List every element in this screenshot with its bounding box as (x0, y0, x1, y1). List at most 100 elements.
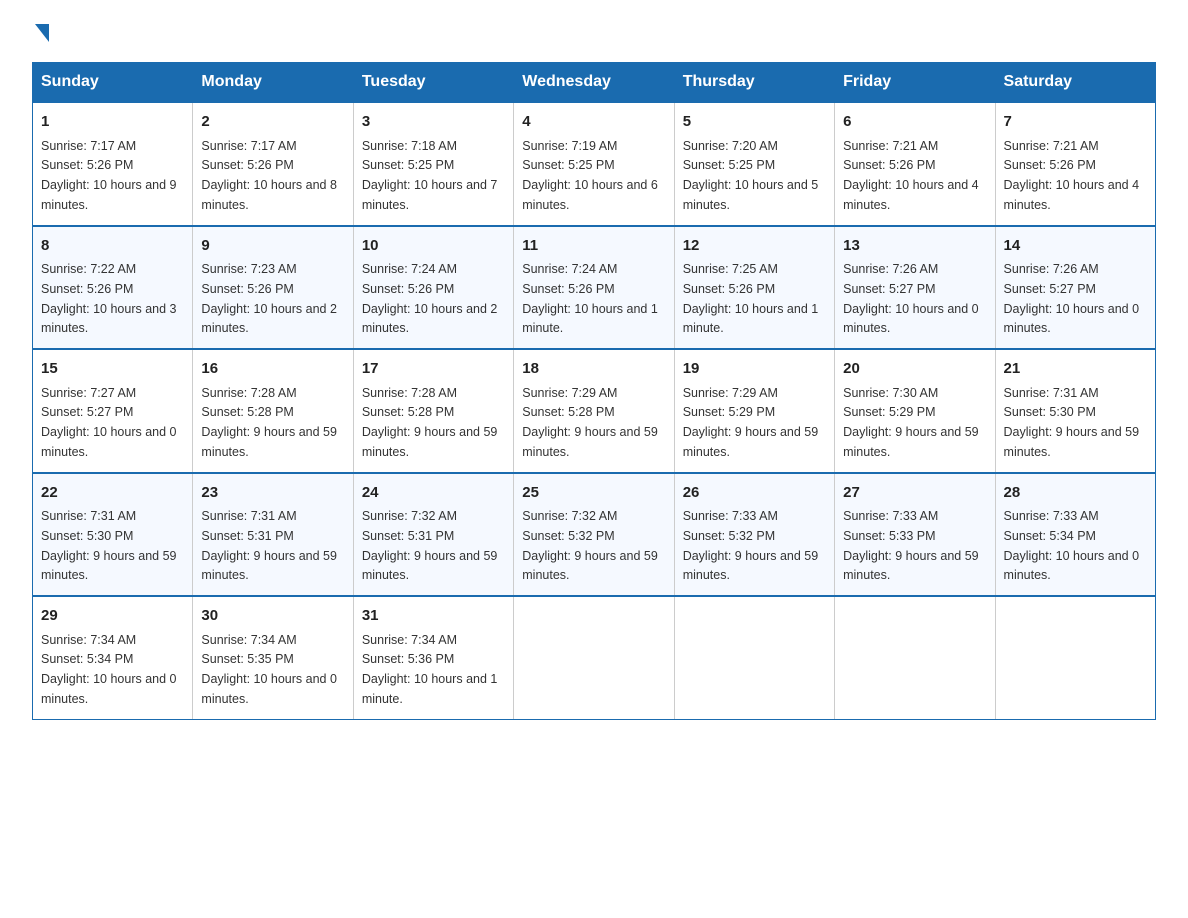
day-info: Sunrise: 7:19 AMSunset: 5:25 PMDaylight:… (522, 139, 658, 212)
page-header (32, 24, 1156, 44)
calendar-cell: 22 Sunrise: 7:31 AMSunset: 5:30 PMDayligh… (33, 473, 193, 597)
day-info: Sunrise: 7:32 AMSunset: 5:31 PMDaylight:… (362, 509, 498, 582)
day-number: 23 (201, 482, 344, 505)
calendar-cell: 19Sunrise: 7:29 AMSunset: 5:29 PMDayligh… (674, 349, 834, 473)
day-number: 12 (683, 235, 826, 258)
calendar-cell: 23 Sunrise: 7:31 AMSunset: 5:31 PMDayligh… (193, 473, 353, 597)
calendar-cell: 20 Sunrise: 7:30 AMSunset: 5:29 PMDayligh… (835, 349, 995, 473)
calendar-cell: 16Sunrise: 7:28 AMSunset: 5:28 PMDayligh… (193, 349, 353, 473)
day-info: Sunrise: 7:34 AMSunset: 5:36 PMDaylight:… (362, 633, 498, 706)
day-info: Sunrise: 7:29 AMSunset: 5:28 PMDaylight:… (522, 386, 658, 459)
calendar-cell (835, 596, 995, 719)
day-number: 9 (201, 235, 344, 258)
calendar-table: SundayMondayTuesdayWednesdayThursdayFrid… (32, 62, 1156, 720)
day-number: 21 (1004, 358, 1147, 381)
calendar-cell: 13Sunrise: 7:26 AMSunset: 5:27 PMDayligh… (835, 226, 995, 350)
day-number: 18 (522, 358, 665, 381)
calendar-cell: 27 Sunrise: 7:33 AMSunset: 5:33 PMDayligh… (835, 473, 995, 597)
col-header-monday: Monday (193, 63, 353, 103)
calendar-cell: 5 Sunrise: 7:20 AMSunset: 5:25 PMDaylight… (674, 102, 834, 226)
day-number: 19 (683, 358, 826, 381)
day-info: Sunrise: 7:17 AMSunset: 5:26 PMDaylight:… (41, 139, 177, 212)
logo (32, 24, 49, 44)
day-number: 1 (41, 111, 184, 134)
day-info: Sunrise: 7:25 AMSunset: 5:26 PMDaylight:… (683, 262, 819, 335)
day-number: 13 (843, 235, 986, 258)
day-number: 28 (1004, 482, 1147, 505)
calendar-cell: 24 Sunrise: 7:32 AMSunset: 5:31 PMDayligh… (353, 473, 513, 597)
day-info: Sunrise: 7:22 AMSunset: 5:26 PMDaylight:… (41, 262, 177, 335)
day-number: 3 (362, 111, 505, 134)
calendar-cell: 9 Sunrise: 7:23 AMSunset: 5:26 PMDaylight… (193, 226, 353, 350)
day-info: Sunrise: 7:31 AMSunset: 5:30 PMDaylight:… (41, 509, 177, 582)
day-number: 22 (41, 482, 184, 505)
day-number: 30 (201, 605, 344, 628)
calendar-cell: 18 Sunrise: 7:29 AMSunset: 5:28 PMDayligh… (514, 349, 674, 473)
logo-arrow-icon (35, 24, 49, 42)
day-info: Sunrise: 7:34 AMSunset: 5:35 PMDaylight:… (201, 633, 337, 706)
calendar-cell: 21 Sunrise: 7:31 AMSunset: 5:30 PMDayligh… (995, 349, 1155, 473)
calendar-cell: 4Sunrise: 7:19 AMSunset: 5:25 PMDaylight… (514, 102, 674, 226)
calendar-week-row: 15Sunrise: 7:27 AMSunset: 5:27 PMDayligh… (33, 349, 1156, 473)
calendar-cell: 31Sunrise: 7:34 AMSunset: 5:36 PMDayligh… (353, 596, 513, 719)
col-header-thursday: Thursday (674, 63, 834, 103)
day-number: 16 (201, 358, 344, 381)
day-info: Sunrise: 7:31 AMSunset: 5:31 PMDaylight:… (201, 509, 337, 582)
calendar-cell: 15Sunrise: 7:27 AMSunset: 5:27 PMDayligh… (33, 349, 193, 473)
calendar-cell (995, 596, 1155, 719)
day-number: 5 (683, 111, 826, 134)
day-number: 20 (843, 358, 986, 381)
col-header-tuesday: Tuesday (353, 63, 513, 103)
day-number: 26 (683, 482, 826, 505)
day-info: Sunrise: 7:33 AMSunset: 5:32 PMDaylight:… (683, 509, 819, 582)
day-info: Sunrise: 7:23 AMSunset: 5:26 PMDaylight:… (201, 262, 337, 335)
calendar-cell: 17 Sunrise: 7:28 AMSunset: 5:28 PMDayligh… (353, 349, 513, 473)
day-info: Sunrise: 7:17 AMSunset: 5:26 PMDaylight:… (201, 139, 337, 212)
calendar-cell: 10 Sunrise: 7:24 AMSunset: 5:26 PMDayligh… (353, 226, 513, 350)
calendar-cell: 12 Sunrise: 7:25 AMSunset: 5:26 PMDayligh… (674, 226, 834, 350)
calendar-cell (674, 596, 834, 719)
day-info: Sunrise: 7:18 AMSunset: 5:25 PMDaylight:… (362, 139, 498, 212)
day-number: 29 (41, 605, 184, 628)
day-info: Sunrise: 7:33 AMSunset: 5:34 PMDaylight:… (1004, 509, 1140, 582)
day-info: Sunrise: 7:24 AMSunset: 5:26 PMDaylight:… (362, 262, 498, 335)
day-info: Sunrise: 7:32 AMSunset: 5:32 PMDaylight:… (522, 509, 658, 582)
col-header-sunday: Sunday (33, 63, 193, 103)
logo-text (32, 24, 49, 44)
calendar-cell: 11 Sunrise: 7:24 AMSunset: 5:26 PMDayligh… (514, 226, 674, 350)
day-number: 2 (201, 111, 344, 134)
day-number: 8 (41, 235, 184, 258)
calendar-week-row: 22 Sunrise: 7:31 AMSunset: 5:30 PMDayligh… (33, 473, 1156, 597)
day-number: 10 (362, 235, 505, 258)
day-number: 17 (362, 358, 505, 381)
day-info: Sunrise: 7:20 AMSunset: 5:25 PMDaylight:… (683, 139, 819, 212)
calendar-cell: 8 Sunrise: 7:22 AMSunset: 5:26 PMDaylight… (33, 226, 193, 350)
day-info: Sunrise: 7:21 AMSunset: 5:26 PMDaylight:… (1004, 139, 1140, 212)
calendar-week-row: 1 Sunrise: 7:17 AMSunset: 5:26 PMDaylight… (33, 102, 1156, 226)
calendar-cell: 2 Sunrise: 7:17 AMSunset: 5:26 PMDaylight… (193, 102, 353, 226)
day-info: Sunrise: 7:28 AMSunset: 5:28 PMDaylight:… (362, 386, 498, 459)
calendar-cell: 30 Sunrise: 7:34 AMSunset: 5:35 PMDayligh… (193, 596, 353, 719)
day-info: Sunrise: 7:24 AMSunset: 5:26 PMDaylight:… (522, 262, 658, 335)
day-info: Sunrise: 7:31 AMSunset: 5:30 PMDaylight:… (1004, 386, 1140, 459)
calendar-cell: 14Sunrise: 7:26 AMSunset: 5:27 PMDayligh… (995, 226, 1155, 350)
col-header-saturday: Saturday (995, 63, 1155, 103)
calendar-cell: 28 Sunrise: 7:33 AMSunset: 5:34 PMDayligh… (995, 473, 1155, 597)
day-number: 7 (1004, 111, 1147, 134)
day-info: Sunrise: 7:21 AMSunset: 5:26 PMDaylight:… (843, 139, 979, 212)
day-info: Sunrise: 7:26 AMSunset: 5:27 PMDaylight:… (1004, 262, 1140, 335)
calendar-header-row: SundayMondayTuesdayWednesdayThursdayFrid… (33, 63, 1156, 103)
calendar-cell: 3 Sunrise: 7:18 AMSunset: 5:25 PMDaylight… (353, 102, 513, 226)
calendar-week-row: 29 Sunrise: 7:34 AMSunset: 5:34 PMDayligh… (33, 596, 1156, 719)
day-number: 24 (362, 482, 505, 505)
day-number: 27 (843, 482, 986, 505)
day-info: Sunrise: 7:34 AMSunset: 5:34 PMDaylight:… (41, 633, 177, 706)
calendar-cell: 6 Sunrise: 7:21 AMSunset: 5:26 PMDaylight… (835, 102, 995, 226)
day-info: Sunrise: 7:30 AMSunset: 5:29 PMDaylight:… (843, 386, 979, 459)
day-number: 11 (522, 235, 665, 258)
day-info: Sunrise: 7:33 AMSunset: 5:33 PMDaylight:… (843, 509, 979, 582)
col-header-friday: Friday (835, 63, 995, 103)
calendar-week-row: 8 Sunrise: 7:22 AMSunset: 5:26 PMDaylight… (33, 226, 1156, 350)
day-number: 6 (843, 111, 986, 134)
calendar-cell (514, 596, 674, 719)
